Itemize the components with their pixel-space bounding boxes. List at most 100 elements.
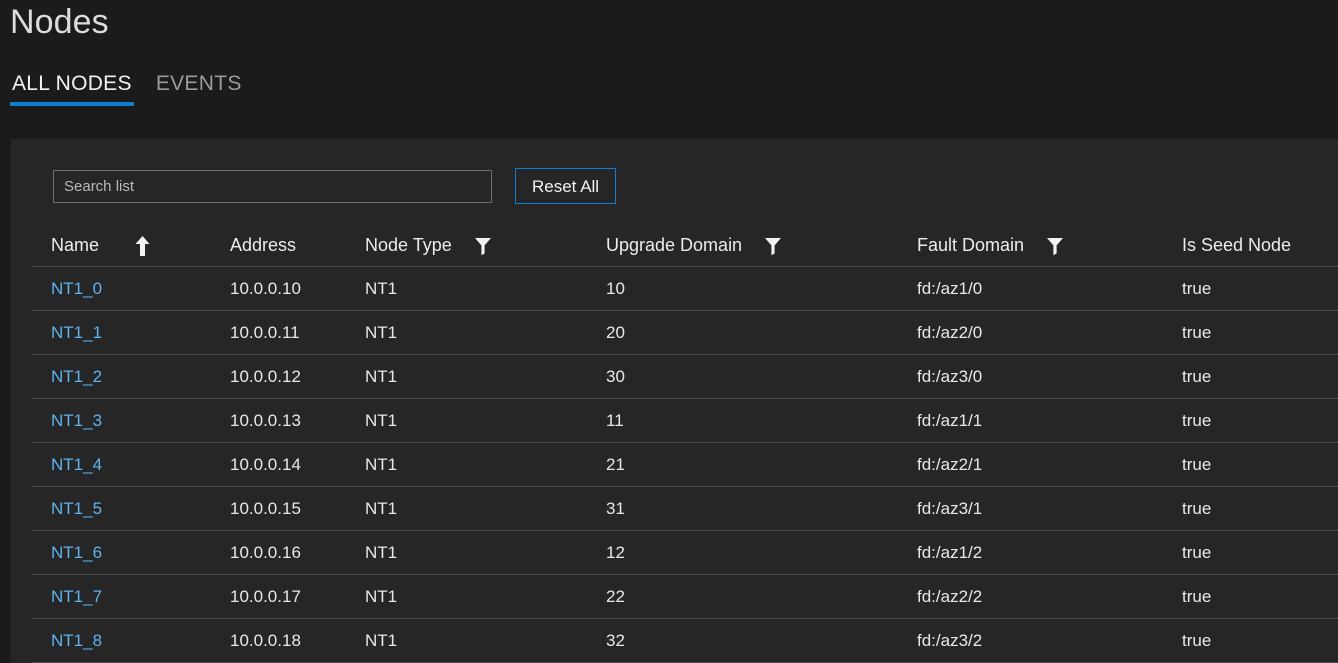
cell-address: 10.0.0.14 xyxy=(230,455,365,475)
filter-icon[interactable] xyxy=(764,236,782,256)
cell-upgrade-domain: 11 xyxy=(606,411,917,431)
cell-upgrade-domain: 31 xyxy=(606,499,917,519)
column-header-address-label: Address xyxy=(230,235,296,256)
tab-all-nodes[interactable]: ALL NODES xyxy=(10,72,134,106)
cell-name: NT1_5 xyxy=(32,499,230,519)
table-row[interactable]: NT1_7 10.0.0.17NT122fd:/az2/2true xyxy=(32,575,1338,619)
cell-is-seed-node: true xyxy=(1182,631,1332,651)
cell-node-type: NT1 xyxy=(365,499,606,519)
table-row[interactable]: NT1_5 10.0.0.15NT131fd:/az3/1true xyxy=(32,487,1338,531)
table-toolbar: Reset All xyxy=(53,168,616,204)
sort-ascending-icon[interactable] xyxy=(134,235,151,257)
filter-icon[interactable] xyxy=(474,236,492,256)
cell-upgrade-domain: 30 xyxy=(606,367,917,387)
cell-fault-domain: fd:/az3/0 xyxy=(917,367,1182,387)
cell-fault-domain: fd:/az2/2 xyxy=(917,587,1182,607)
cell-is-seed-node: true xyxy=(1182,323,1332,343)
column-header-upgrade-domain[interactable]: Upgrade Domain xyxy=(606,235,917,256)
column-header-name-label: Name xyxy=(51,235,99,256)
cell-address: 10.0.0.18 xyxy=(230,631,365,651)
cell-node-type: NT1 xyxy=(365,411,606,431)
page-title: Nodes xyxy=(10,1,109,43)
cell-name: NT1_4 xyxy=(32,455,230,475)
cell-is-seed-node: true xyxy=(1182,587,1332,607)
table-row[interactable]: NT1_8 10.0.0.18NT132fd:/az3/2true xyxy=(32,619,1338,663)
node-link[interactable]: NT1_3 xyxy=(51,411,102,431)
cell-address: 10.0.0.12 xyxy=(230,367,365,387)
column-header-fault-domain-label: Fault Domain xyxy=(917,235,1024,256)
table-row[interactable]: NT1_3 10.0.0.13NT111fd:/az1/1true xyxy=(32,399,1338,443)
cell-node-type: NT1 xyxy=(365,455,606,475)
table-header-row: Name Address Node Type xyxy=(32,225,1338,267)
cell-fault-domain: fd:/az2/1 xyxy=(917,455,1182,475)
cell-is-seed-node: true xyxy=(1182,411,1332,431)
tab-events[interactable]: EVENTS xyxy=(154,72,244,106)
cell-address: 10.0.0.10 xyxy=(230,279,365,299)
cell-name: NT1_7 xyxy=(32,587,230,607)
cell-is-seed-node: true xyxy=(1182,367,1332,387)
search-input[interactable] xyxy=(53,170,492,203)
nodes-panel: Reset All Name Address Node Type xyxy=(11,139,1338,663)
cell-upgrade-domain: 10 xyxy=(606,279,917,299)
cell-is-seed-node: true xyxy=(1182,499,1332,519)
cell-fault-domain: fd:/az3/1 xyxy=(917,499,1182,519)
tab-bar: ALL NODES EVENTS xyxy=(10,72,244,106)
cell-address: 10.0.0.15 xyxy=(230,499,365,519)
cell-fault-domain: fd:/az1/1 xyxy=(917,411,1182,431)
node-link[interactable]: NT1_2 xyxy=(51,367,102,387)
cell-name: NT1_8 xyxy=(32,631,230,651)
cell-upgrade-domain: 12 xyxy=(606,543,917,563)
cell-address: 10.0.0.17 xyxy=(230,587,365,607)
cell-name: NT1_6 xyxy=(32,543,230,563)
cell-address: 10.0.0.16 xyxy=(230,543,365,563)
reset-all-button[interactable]: Reset All xyxy=(515,168,616,204)
cell-name: NT1_2 xyxy=(32,367,230,387)
node-link[interactable]: NT1_7 xyxy=(51,587,102,607)
filter-icon[interactable] xyxy=(1046,236,1064,256)
cell-node-type: NT1 xyxy=(365,587,606,607)
cell-is-seed-node: true xyxy=(1182,455,1332,475)
table-row[interactable]: NT1_2 10.0.0.12NT130fd:/az3/0true xyxy=(32,355,1338,399)
table-row[interactable]: NT1_6 10.0.0.16NT112fd:/az1/2true xyxy=(32,531,1338,575)
cell-name: NT1_1 xyxy=(32,323,230,343)
cell-is-seed-node: true xyxy=(1182,279,1332,299)
nodes-page: Nodes ALL NODES EVENTS Reset All Name xyxy=(0,0,1338,663)
table-body: NT1_010.0.0.10NT110fd:/az1/0trueNT1_110.… xyxy=(32,267,1338,663)
cell-node-type: NT1 xyxy=(365,631,606,651)
cell-fault-domain: fd:/az1/0 xyxy=(917,279,1182,299)
column-header-fault-domain[interactable]: Fault Domain xyxy=(917,235,1182,256)
column-header-node-type[interactable]: Node Type xyxy=(365,235,606,256)
cell-node-type: NT1 xyxy=(365,279,606,299)
column-header-node-type-label: Node Type xyxy=(365,235,452,256)
node-link[interactable]: NT1_1 xyxy=(51,323,102,343)
column-header-is-seed-node[interactable]: Is Seed Node xyxy=(1182,235,1332,256)
column-header-name[interactable]: Name xyxy=(32,235,230,257)
cell-upgrade-domain: 32 xyxy=(606,631,917,651)
node-link[interactable]: NT1_6 xyxy=(51,543,102,563)
cell-node-type: NT1 xyxy=(365,367,606,387)
column-header-upgrade-domain-label: Upgrade Domain xyxy=(606,235,742,256)
cell-address: 10.0.0.11 xyxy=(230,323,365,343)
cell-address: 10.0.0.13 xyxy=(230,411,365,431)
table-row[interactable]: NT1_4 10.0.0.14NT121fd:/az2/1true xyxy=(32,443,1338,487)
cell-node-type: NT1 xyxy=(365,543,606,563)
cell-name: NT1_0 xyxy=(32,279,230,299)
cell-upgrade-domain: 21 xyxy=(606,455,917,475)
cell-upgrade-domain: 22 xyxy=(606,587,917,607)
cell-fault-domain: fd:/az3/2 xyxy=(917,631,1182,651)
cell-is-seed-node: true xyxy=(1182,543,1332,563)
nodes-table: Name Address Node Type xyxy=(32,225,1338,663)
node-link[interactable]: NT1_0 xyxy=(51,279,102,299)
column-header-is-seed-node-label: Is Seed Node xyxy=(1182,235,1291,256)
table-row[interactable]: NT1_1 10.0.0.11NT120fd:/az2/0true xyxy=(32,311,1338,355)
cell-fault-domain: fd:/az1/2 xyxy=(917,543,1182,563)
table-row[interactable]: NT1_0 10.0.0.10NT110fd:/az1/0true xyxy=(32,267,1338,311)
node-link[interactable]: NT1_4 xyxy=(51,455,102,475)
cell-upgrade-domain: 20 xyxy=(606,323,917,343)
node-link[interactable]: NT1_8 xyxy=(51,631,102,651)
column-header-address[interactable]: Address xyxy=(230,235,365,256)
cell-name: NT1_3 xyxy=(32,411,230,431)
cell-fault-domain: fd:/az2/0 xyxy=(917,323,1182,343)
cell-node-type: NT1 xyxy=(365,323,606,343)
node-link[interactable]: NT1_5 xyxy=(51,499,102,519)
